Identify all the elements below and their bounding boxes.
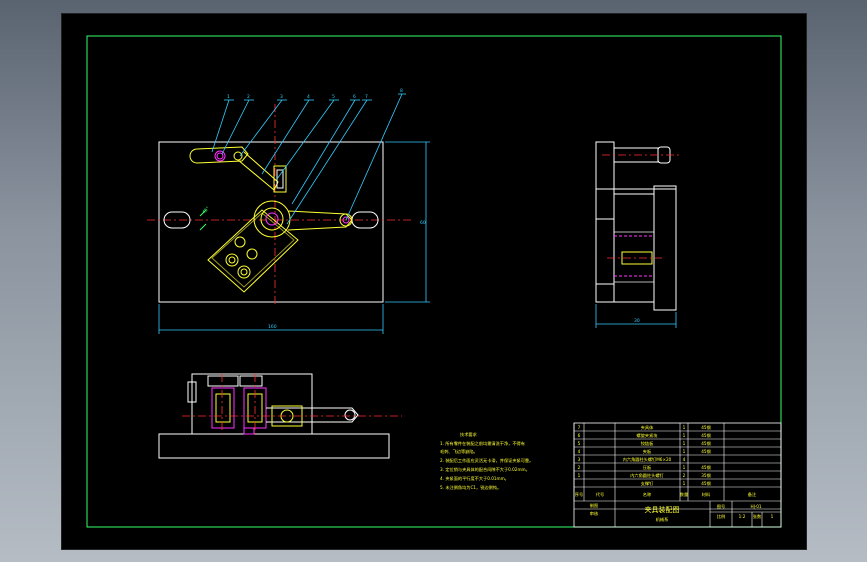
bom-row-no: 1: [578, 473, 581, 478]
balloon-label: 7: [365, 94, 368, 100]
bom-row-name: 支撑钉: [641, 480, 654, 487]
bom-row-qty: 1: [683, 441, 686, 446]
front-height-dim: 60: [420, 220, 426, 226]
bom-row-qty: 1: [683, 465, 686, 470]
bom-row-qty: 2: [683, 473, 686, 478]
bom-row-name: 夹具体: [641, 424, 654, 431]
bom-row-material: 45钢: [701, 432, 711, 439]
bom-row-material: 45钢: [701, 440, 711, 447]
drawing-no: HJ-01: [750, 504, 761, 509]
scale-value: 1:2: [739, 514, 746, 519]
sheet-label: 张数: [753, 513, 762, 520]
sheet-value: 1: [771, 514, 774, 519]
drawing-sheet: 45° 160 60 1 2 3 4 5 6 7 8 30 技术要求 1. 所有…: [61, 13, 807, 550]
bom-row-name: 内六角圆柱头螺钉: [630, 472, 664, 479]
bom-row-material: 45钢: [701, 464, 711, 471]
drawing-title: 夹具装配图: [645, 505, 680, 514]
tech-line: 5. 未注倒角均为C1，锐边倒钝。: [440, 484, 501, 491]
front-view: 45° 160 60 1 2 3 4 5 6 7 8: [147, 88, 430, 334]
bom-row-name: 内六角圆柱头螺钉M6×20: [623, 456, 672, 463]
bom-header-code: 代号: [596, 491, 604, 498]
bom-header-material: 材料: [702, 491, 711, 498]
tech-line: 4. 夹紧面的平行度不大于0.01mm。: [440, 475, 509, 482]
balloon-label: 5: [332, 94, 335, 100]
tech-heading: 技术要求: [460, 431, 478, 438]
bom-row-name: 螺旋夹紧块: [637, 432, 659, 439]
tech-line: 1. 所有零件在装配之前均需清洗干净，不得有: [440, 440, 525, 447]
balloon-label: 8: [400, 88, 403, 94]
bom-row-material: 45钢: [701, 424, 711, 431]
bom-header-note: 备注: [748, 491, 757, 498]
bom-header-no: 序号: [575, 491, 583, 498]
bom-row-qty: 1: [683, 425, 686, 430]
balloon-label: 1: [227, 94, 230, 100]
balloon-label: 4: [307, 94, 310, 100]
bom-row-no: 2: [578, 465, 581, 470]
balloon-label: 6: [353, 94, 356, 100]
bom-row-qty: 1: [683, 481, 686, 486]
bom-row-name: 铰链板: [641, 440, 654, 447]
title-label-drafter: 制图: [590, 502, 598, 509]
balloon-label: 2: [247, 94, 250, 100]
tech-line: 3. 定位销与夹具体的配合间隙不大于0.02mm。: [440, 466, 530, 473]
bom-row-no: 4: [578, 449, 581, 454]
bill-of-materials: 7 夹具体 1 45钢 6 螺旋夹紧块 1 45钢 5 铰链板 1 45钢 4 夹板 1 45钢 3 内六角圆柱头…: [573, 422, 782, 528]
tech-line: 毛刺、飞边等缺陷。: [440, 448, 478, 455]
cad-drawing: 45° 160 60 1 2 3 4 5 6 7 8 30 技术要求 1. 所有…: [86, 35, 782, 528]
title-label-reviewer: 审核: [590, 510, 599, 517]
bom-row-material: 45钢: [701, 480, 711, 487]
bom-row-qty: 1: [683, 433, 686, 438]
bom-row-no: 6: [578, 433, 581, 438]
front-width-dim: 160: [268, 324, 277, 330]
school-name: 机械系: [656, 516, 669, 523]
bom-row-material: 35钢: [701, 472, 711, 479]
bom-header-name: 名称: [643, 491, 651, 498]
bom-row-no: 5: [578, 441, 581, 446]
side-width-dim: 30: [634, 318, 640, 324]
bom-row-no: 7: [578, 425, 581, 430]
bom-row-name: 压板: [643, 464, 652, 471]
bom-row-name: 夹板: [643, 448, 652, 455]
bom-header-qty: 数量: [680, 491, 688, 498]
scale-label: 比例: [717, 513, 725, 520]
balloon-label: 3: [280, 94, 283, 100]
drawing-frame: [86, 35, 782, 528]
top-view: [158, 373, 402, 459]
bom-row-qty: 4: [683, 457, 686, 462]
side-view: 30: [595, 141, 682, 328]
bom-row-material: 45钢: [701, 448, 711, 455]
technical-requirements: 技术要求 1. 所有零件在装配之前均需清洗干净，不得有 毛刺、飞边等缺陷。 2.…: [440, 431, 533, 491]
tech-line: 2. 装配后工作面应灵活无卡滞，并保证夹紧可靠。: [440, 457, 533, 464]
angle-dim: 45°: [201, 206, 211, 216]
bom-row-qty: 1: [683, 449, 686, 454]
bom-row-no: 3: [578, 457, 581, 462]
